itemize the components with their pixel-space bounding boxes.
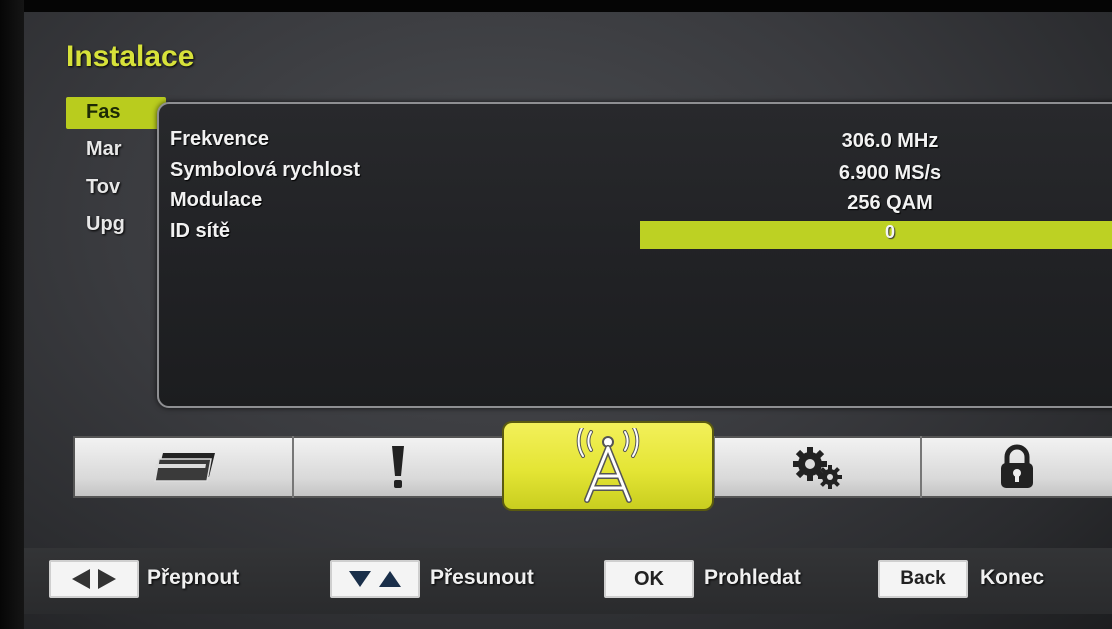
modulation-value[interactable]: 256 QAM — [740, 192, 1040, 215]
tab-information[interactable] — [294, 436, 502, 498]
tab-parental-lock[interactable] — [922, 436, 1112, 498]
card-icon — [153, 453, 215, 482]
modulation-label: Modulace — [170, 189, 263, 211]
up-down-key[interactable] — [330, 560, 420, 598]
left-right-key[interactable] — [49, 560, 139, 598]
back-key[interactable]: Back — [878, 560, 968, 598]
tab-installation[interactable] — [502, 421, 714, 511]
bezel-left — [0, 0, 24, 629]
antenna-icon — [576, 428, 640, 503]
left-right-arrows-icon — [72, 569, 116, 589]
down-up-arrows-icon — [349, 571, 401, 587]
switch-hint: Přepnout — [147, 566, 240, 589]
page-title: Instalace — [66, 40, 195, 73]
lock-icon — [1001, 444, 1033, 488]
menu-item-factory-reset[interactable]: Tov — [86, 176, 120, 199]
move-hint: Přesunout — [430, 566, 534, 589]
exclamation-icon — [392, 446, 404, 488]
bezel-top — [0, 0, 1112, 12]
menu-item-manual-scan[interactable]: Mar — [86, 138, 122, 161]
network-id-value[interactable]: 0 — [640, 222, 1112, 243]
tab-settings[interactable] — [715, 436, 920, 498]
symbol-rate-value[interactable]: 6.900 MS/s — [740, 162, 1040, 185]
frequency-value[interactable]: 306.0 MHz — [740, 130, 1040, 153]
menu-item-upgrade[interactable]: Upg — [86, 213, 125, 236]
frequency-label: Frekvence — [170, 128, 269, 150]
search-hint: Prohledat — [704, 566, 801, 589]
symbol-rate-label: Symbolová rychlost — [170, 159, 361, 181]
tab-channels[interactable] — [75, 436, 292, 498]
network-id-label: ID sítě — [170, 220, 231, 242]
gears-icon — [792, 447, 842, 489]
menu-item-fast-scan[interactable]: Fas — [86, 101, 120, 124]
ok-key[interactable]: OK — [604, 560, 694, 598]
exit-hint: Konec — [980, 566, 1045, 589]
